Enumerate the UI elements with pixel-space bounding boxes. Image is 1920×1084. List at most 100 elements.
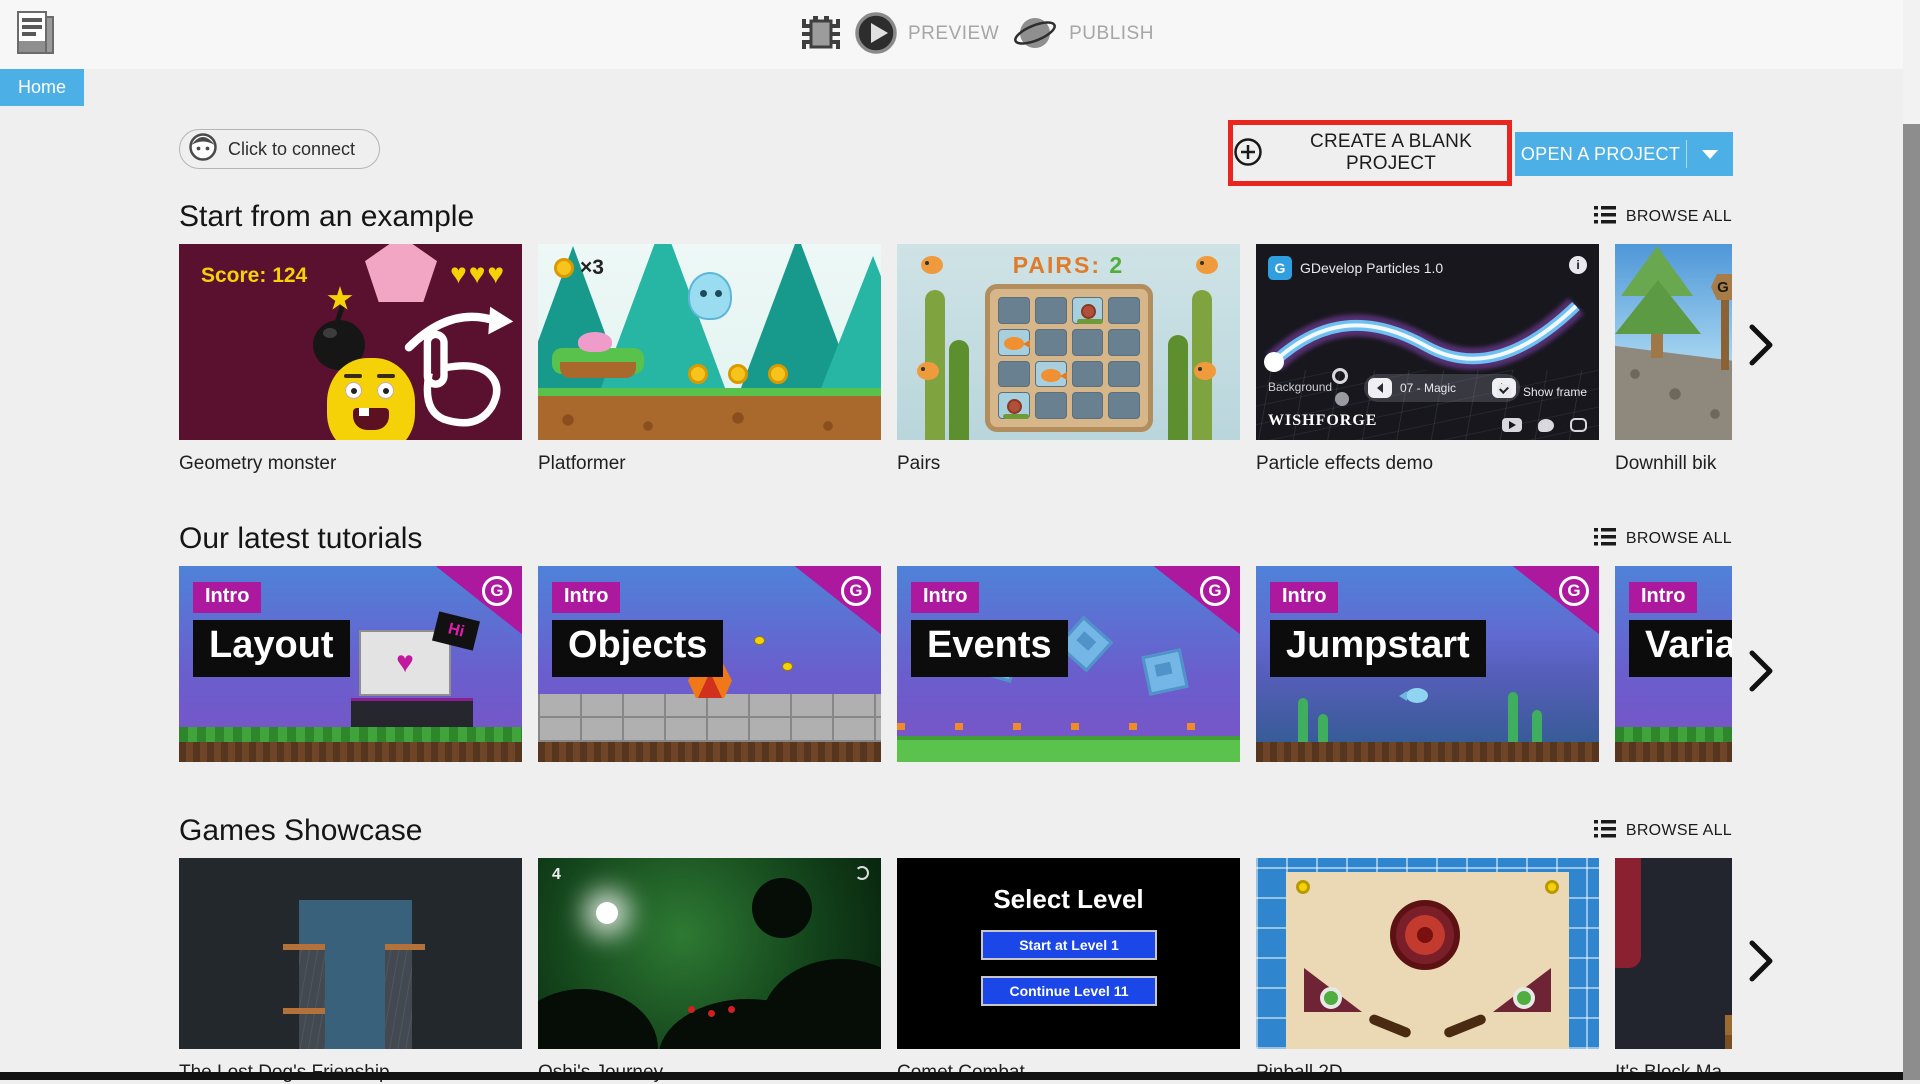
tile (1071, 328, 1104, 356)
fish (1194, 362, 1216, 380)
dirt-strip (179, 742, 522, 762)
coin-counter: ×3 (554, 256, 604, 280)
open-project-label: OPEN A PROJECT (1520, 143, 1681, 164)
tile (1034, 328, 1067, 356)
tile (998, 297, 1030, 324)
spike-dot (688, 1006, 695, 1013)
tutorial-title: Variab (1629, 620, 1732, 677)
coin-icon (728, 364, 748, 384)
tutorial-title: Objects (552, 620, 724, 677)
pairs-thumbnail: PAIRS: 2 (897, 244, 1240, 440)
publish-label: PUBLISH (1069, 23, 1154, 44)
plus-circle-icon (1233, 137, 1263, 170)
create-blank-project-button[interactable]: CREATE A BLANK PROJECT (1228, 120, 1512, 186)
intro-badge: Intro (911, 582, 980, 613)
glow-character (596, 902, 618, 924)
tutorial-thumbnail: G Intro Events (897, 566, 1240, 762)
color-toggle (1335, 392, 1349, 406)
tutorial-card-variables[interactable]: +1 G Intro Variab (1615, 566, 1732, 762)
browse-all-examples[interactable]: BROWSE ALL (1593, 205, 1732, 229)
section-showcase: Games Showcase BROWSE ALL 4 Select Level… (179, 810, 1732, 1084)
intro-badge: Intro (193, 582, 262, 613)
tutorial-card-objects[interactable]: G Intro Objects (538, 566, 881, 762)
background-label: Background (1268, 380, 1333, 394)
tutorial-title: Jumpstart (1270, 620, 1486, 677)
seaweed (949, 340, 969, 440)
game-card-comet-combat[interactable]: Select Level Start at Level 1 Continue L… (897, 858, 1240, 1049)
game-card-pinball[interactable] (1256, 858, 1599, 1049)
tile (998, 360, 1030, 388)
example-card-platformer[interactable]: ×3 (538, 244, 881, 440)
discord-icon (1570, 418, 1587, 432)
lamp (1545, 880, 1559, 894)
fish (1040, 368, 1061, 382)
snail (1076, 304, 1103, 324)
project-manager-icon[interactable] (14, 8, 58, 65)
scroll-right-showcase[interactable] (1747, 938, 1775, 987)
info-icon: i (1569, 256, 1587, 274)
dirt-strip (538, 742, 881, 762)
gesture-hand-icon (396, 293, 516, 438)
tutorial-card-events[interactable]: G Intro Events (897, 566, 1240, 762)
open-project-button[interactable]: OPEN A PROJECT (1515, 132, 1733, 176)
chevron-down-icon (1702, 149, 1718, 159)
tab-home[interactable]: Home (0, 69, 84, 106)
open-project-dropdown[interactable] (1687, 149, 1733, 159)
example-card-particles[interactable]: G GDevelop Particles 1.0 i Background 07… (1256, 244, 1599, 440)
monster-brow (344, 374, 362, 378)
tile (1108, 392, 1140, 419)
section-title: Our latest tutorials (179, 522, 423, 555)
tutorial-thumbnail: G Intro Jumpstart (1256, 566, 1599, 762)
twitter-icon (1538, 418, 1554, 432)
example-card-geometry-monster[interactable]: Score: 124 ♥♥♥ (179, 244, 522, 440)
pairs-board (985, 284, 1153, 432)
silhouette (761, 959, 881, 1049)
coin-count-text: ×3 (580, 256, 604, 279)
heart-sprite: ♥ (396, 646, 414, 679)
tutorial-card-layout[interactable]: ♥ Hi G Intro Layout (179, 566, 522, 762)
game-card-oshi[interactable]: 4 (538, 858, 881, 1049)
browse-all-tutorials[interactable]: BROWSE ALL (1593, 527, 1732, 551)
example-card-downhill[interactable]: G (1615, 244, 1732, 440)
bug-icon (800, 10, 842, 59)
section-title: Start from an example (179, 200, 475, 233)
downhill-thumbnail: G (1615, 244, 1732, 440)
scroll-right-examples[interactable] (1747, 322, 1775, 371)
block-ma-thumbnail: BLOCKS (1615, 858, 1732, 1049)
game-card-block-ma[interactable]: BLOCKS (1615, 858, 1732, 1049)
browse-all-showcase[interactable]: BROWSE ALL (1593, 819, 1732, 843)
card-label: Geometry monster (179, 453, 337, 474)
checkbox-icon (1497, 384, 1511, 398)
section-tutorials: Our latest tutorials BROWSE ALL ♥ Hi G I… (179, 518, 1732, 762)
card-label: Pairs (897, 453, 941, 474)
tile (1108, 297, 1140, 324)
desk (1725, 1015, 1732, 1049)
tile-revealed (998, 328, 1030, 356)
seaweed (1508, 692, 1518, 744)
intro-badge: Intro (552, 582, 621, 613)
publish-button[interactable]: PUBLISH (1011, 12, 1154, 57)
tutorial-card-jumpstart[interactable]: G Intro Jumpstart (1256, 566, 1599, 762)
water-channel (299, 900, 412, 944)
create-blank-project-label: CREATE A BLANK PROJECT (1310, 131, 1472, 174)
bee-sprite (782, 662, 793, 671)
counter-text: 4 (552, 866, 561, 883)
scrollbar-thumb[interactable] (1903, 124, 1920, 1080)
demo-title: GDevelop Particles 1.0 (1300, 260, 1444, 276)
fish-sprite (1399, 688, 1428, 703)
tile-revealed (1071, 297, 1104, 324)
scrollbar-track[interactable] (1903, 0, 1920, 1080)
scroll-right-tutorials[interactable] (1747, 648, 1775, 697)
pairs-word: PAIRS: (1012, 252, 1102, 278)
connect-button[interactable]: Click to connect (179, 129, 381, 169)
game-card-lost-dog[interactable] (179, 858, 522, 1049)
debug-button[interactable] (800, 10, 842, 59)
card-label: Particle effects demo (1256, 453, 1434, 474)
tile (1108, 328, 1140, 356)
particles-thumbnail: G GDevelop Particles 1.0 i Background 07… (1256, 244, 1599, 440)
geometry-monster-thumbnail: Score: 124 ♥♥♥ (179, 244, 522, 440)
preview-button[interactable]: PREVIEW (854, 11, 999, 58)
platformer-thumbnail: ×3 (538, 244, 881, 440)
example-card-pairs[interactable]: PAIRS: 2 (897, 244, 1240, 440)
wishforge-logo: WISHFORGE (1268, 412, 1378, 429)
